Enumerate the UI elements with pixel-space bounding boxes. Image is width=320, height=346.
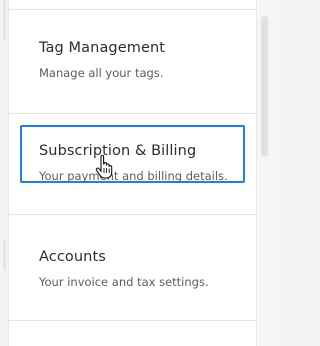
menu-item-description: Your payment and billing details.: [39, 169, 228, 183]
menu-item-description: Manage all your tags.: [39, 66, 164, 80]
vertical-scrollbar[interactable]: [257, 0, 275, 346]
hand-pointer-icon: [95, 154, 113, 179]
menu-item-accounts[interactable]: Accounts Your invoice and tax settings.: [9, 249, 256, 289]
menu-item-description: Your invoice and tax settings.: [39, 275, 209, 289]
divider: [9, 320, 256, 321]
menu-item-title: Accounts: [39, 249, 106, 265]
menu-item-title: Tag Management: [39, 40, 166, 56]
left-gutter: [0, 0, 8, 346]
scrollbar-thumb[interactable]: [261, 16, 268, 156]
menu-item-title: Subscription & Billing: [39, 143, 197, 159]
settings-menu-panel: Tag Management Manage all your tags. Sub…: [8, 0, 257, 346]
divider: [9, 214, 256, 215]
menu-item-subscription-billing[interactable]: Subscription & Billing Your payment and …: [20, 125, 245, 183]
gutter-tick: [3, 0, 6, 40]
gutter-tick: [3, 240, 6, 270]
menu-item-tag-management[interactable]: Tag Management Manage all your tags.: [9, 40, 256, 80]
settings-menu-viewport: Tag Management Manage all your tags. Sub…: [0, 0, 275, 346]
divider: [9, 113, 256, 114]
divider: [9, 9, 256, 10]
